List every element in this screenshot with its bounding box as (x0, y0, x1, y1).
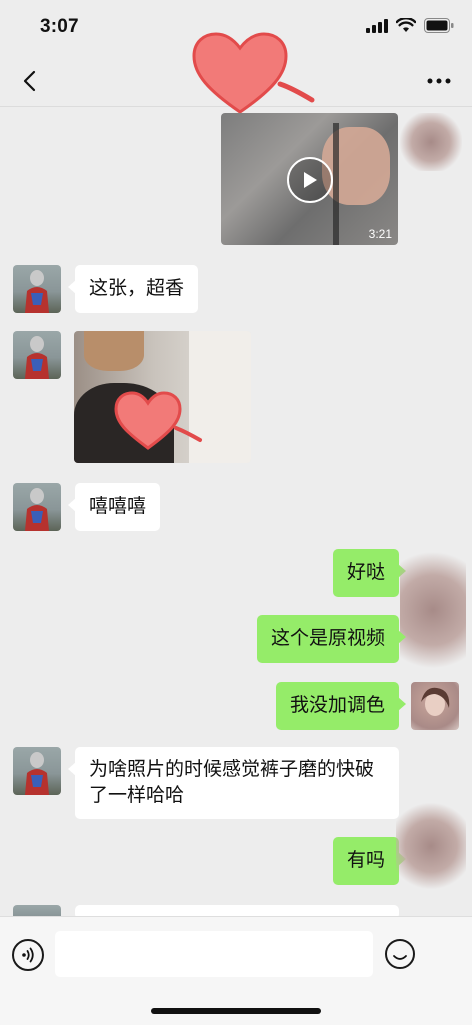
message-bubble[interactable]: 我没加调色 (275, 682, 407, 730)
voice-button[interactable] (12, 939, 44, 971)
heart-sticker-large (192, 32, 315, 114)
more-button[interactable] (424, 70, 454, 92)
back-icon (23, 70, 36, 92)
avatar-self[interactable] (411, 682, 459, 730)
message-bubble[interactable]: 这张，超香 (67, 265, 199, 313)
back-button[interactable] (14, 66, 44, 96)
message-input[interactable] (55, 931, 373, 977)
video-frame-detail (333, 123, 339, 245)
heart-icon (192, 32, 315, 114)
status-time: 3:07 (40, 16, 79, 37)
photo-detail (84, 331, 144, 371)
avatar-self[interactable] (400, 540, 466, 680)
video-duration: 3:21 (368, 227, 392, 241)
message-bubble[interactable]: 有吗 (332, 837, 407, 885)
message-bubble[interactable]: 好哒 (332, 549, 407, 597)
avatar-contact[interactable] (13, 483, 61, 531)
status-icons (366, 18, 454, 33)
emoji-button[interactable] (385, 939, 415, 969)
play-button[interactable] (287, 157, 333, 203)
voice-icon (22, 947, 34, 963)
message-bubble[interactable]: 为啥照片的时候感觉裤子磨的快破了一样哈哈 (68, 747, 399, 819)
heart-sticker-small (114, 391, 202, 450)
wifi-icon (396, 18, 416, 32)
message-bubble[interactable]: 这个是原视频 (256, 615, 407, 663)
emoji-icon (393, 955, 407, 960)
avatar-contact[interactable] (13, 747, 61, 795)
battery-icon (424, 18, 454, 33)
home-indicator[interactable] (151, 1008, 321, 1014)
avatar-figure-icon (25, 752, 49, 795)
avatar-figure-icon (25, 336, 49, 379)
signal-icon (366, 18, 388, 33)
avatar-self[interactable] (396, 800, 466, 892)
avatar-figure-icon (25, 488, 49, 531)
play-icon (304, 172, 317, 188)
message-bubble[interactable]: 嘻嘻嘻 (67, 483, 161, 531)
video-message[interactable]: 3:21 (221, 113, 398, 245)
avatar-portrait-icon (421, 687, 450, 716)
avatar-contact[interactable] (13, 265, 61, 313)
more-icon (427, 78, 451, 84)
heart-icon (114, 391, 202, 450)
avatar-figure-icon (25, 270, 49, 313)
avatar-contact[interactable] (13, 331, 61, 379)
avatar-self[interactable] (400, 113, 462, 171)
